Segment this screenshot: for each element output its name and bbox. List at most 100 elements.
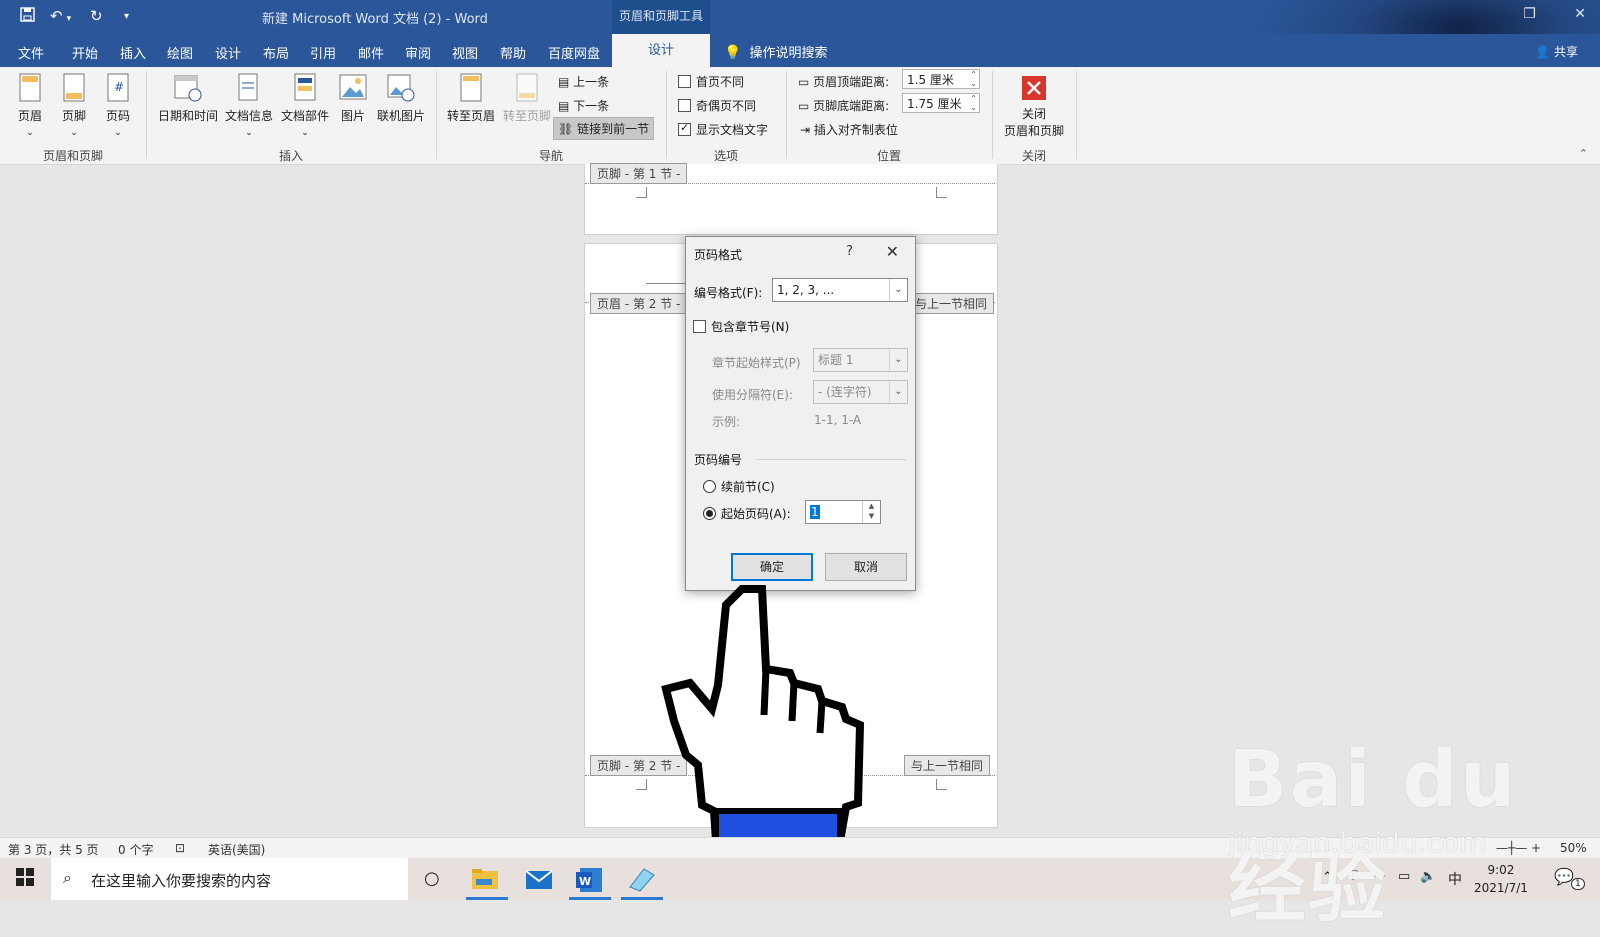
link-icon: ⛓ [558, 122, 574, 136]
checkbox-box [678, 75, 691, 88]
baidu-watermark-url: jingyan.baidu.com [1228, 826, 1487, 859]
goto-footer-button[interactable]: 转至页脚 [500, 73, 554, 124]
header-position-icon: ▭ [798, 75, 810, 89]
calendar-clock-icon [174, 75, 202, 102]
previous-button[interactable]: ▤ 上一条 [558, 73, 609, 90]
cancel-button[interactable]: 取消 [825, 553, 907, 581]
tab-design-doc[interactable]: 设计 [215, 43, 241, 62]
search-icon: ⌕ [63, 868, 72, 887]
proofing-icon[interactable]: ⊡ [175, 841, 185, 855]
checkbox-box-checked [678, 121, 691, 136]
restore-icon[interactable]: ❐ [1523, 6, 1536, 22]
tab-home[interactable]: 开始 [72, 43, 98, 62]
page-count[interactable]: 第 3 页，共 5 页 [8, 841, 99, 858]
goto-header-button[interactable]: 转至页眉 [444, 73, 498, 124]
tab-view[interactable]: 视图 [452, 43, 478, 62]
show-document-text-checkbox[interactable]: 显示文档文字 [678, 121, 768, 138]
close-header-footer-button[interactable]: 关闭 页眉和页脚 [998, 75, 1070, 139]
page-number-button[interactable]: # 页码 ⌄ [102, 73, 134, 138]
quick-parts-button[interactable]: 文档部件 ⌄ [278, 73, 332, 138]
save-icon[interactable] [20, 7, 35, 26]
file-explorer-icon[interactable] [470, 865, 500, 893]
tab-mailings[interactable]: 邮件 [358, 43, 384, 62]
close-window-icon[interactable]: ✕ [1574, 6, 1586, 22]
word-app-icon[interactable]: W [574, 865, 604, 893]
continue-from-previous-radio[interactable]: 续前节(C) [703, 478, 775, 495]
close-red-x-icon [1022, 76, 1046, 100]
window-controls: ❐ ✕ [1489, 6, 1586, 22]
margin-corner [936, 779, 947, 790]
date-time-button[interactable]: 日期和时间 [156, 73, 220, 124]
same-as-previous-header-label: 与上一节相同 [908, 293, 995, 314]
ribbon-separator [786, 71, 787, 159]
customize-qat-icon[interactable]: ▾ [124, 11, 129, 22]
pictures-button[interactable]: 图片 [336, 73, 370, 124]
tab-review[interactable]: 审阅 [405, 43, 431, 62]
start-at-radio[interactable]: 起始页码(A): [703, 505, 791, 522]
collapse-ribbon-icon[interactable]: ⌃ [1579, 147, 1588, 160]
tab-insert[interactable]: 插入 [120, 43, 146, 62]
taskbar-search-box[interactable]: ⌕ 在这里输入你要搜索的内容 [51, 858, 408, 900]
title-bar: ↶ ▾ ↻ ▾ 新建 Microsoft Word 文档 (2) - Word 页… [0, 0, 1600, 110]
radio-button-selected [703, 507, 716, 520]
spin-arrows-icon[interactable]: ⌃ ⌄ [970, 70, 977, 88]
share-button[interactable]: 👤 共享 [1535, 43, 1578, 60]
document-info-button[interactable]: 文档信息 ⌄ [222, 73, 276, 138]
lightbulb-icon: 💡 [724, 45, 742, 61]
mail-icon[interactable] [524, 865, 554, 893]
ok-button[interactable]: 确定 [731, 553, 813, 581]
separator-dropdown[interactable]: - (连字符) ⌄ [813, 380, 908, 404]
next-icon: ▤ [558, 99, 570, 113]
word-count[interactable]: 0 个字 [118, 841, 153, 858]
tab-help[interactable]: 帮助 [500, 43, 526, 62]
chevron-down-icon[interactable]: ⌄ [889, 349, 907, 371]
checkbox-box [678, 99, 691, 112]
margin-corner [646, 283, 686, 294]
tab-design-active[interactable]: 设计 [612, 34, 710, 67]
spin-arrows-icon[interactable]: ▲ ▼ [862, 501, 880, 523]
header-from-top-label: ▭ 页眉顶端距离: [798, 75, 890, 89]
task-view-icon[interactable]: ○ [424, 868, 440, 889]
chevron-down-icon[interactable]: ⌄ [889, 381, 907, 403]
number-format-dropdown[interactable]: 1, 2, 3, ... ⌄ [772, 278, 908, 302]
margin-corner [636, 779, 647, 790]
tab-baidu-netdisk[interactable]: 百度网盘 [548, 43, 600, 62]
margin-corner [936, 187, 947, 198]
start-at-input[interactable]: 1 ▲ ▼ [805, 500, 881, 524]
include-chapter-checkbox[interactable]: 包含章节号(N) [693, 318, 789, 335]
different-odd-even-checkbox[interactable]: 奇偶页不同 [678, 97, 756, 114]
group-divider [756, 459, 906, 460]
ribbon-separator [1076, 71, 1077, 159]
link-to-previous-button[interactable]: ⛓ 链接到前一节 [553, 117, 655, 140]
number-format-label: 编号格式(F): [694, 286, 763, 300]
undo-icon[interactable]: ↶ ▾ [50, 7, 71, 25]
tell-me-search[interactable]: 💡 操作说明搜索 [724, 42, 827, 61]
online-pictures-button[interactable]: 联机图片 [374, 73, 428, 124]
drawing-app-icon[interactable] [626, 865, 656, 893]
language-indicator[interactable]: 英语(美国) [208, 841, 265, 858]
next-button[interactable]: ▤ 下一条 [558, 97, 609, 114]
insert-alignment-tab-button[interactable]: ⇥ 插入对齐制表位 [800, 121, 898, 138]
radio-button [703, 480, 716, 493]
different-first-page-checkbox[interactable]: 首页不同 [678, 73, 744, 90]
header-button[interactable]: 页眉 ⌄ [14, 73, 46, 138]
tab-file[interactable]: 文件 [18, 43, 44, 62]
tab-references[interactable]: 引用 [310, 43, 336, 62]
tab-layout[interactable]: 布局 [263, 43, 289, 62]
page-numbering-group-label: 页码编号 [694, 453, 743, 467]
spin-arrows-icon[interactable]: ⌃ ⌄ [970, 94, 977, 112]
chapter-style-dropdown[interactable]: 标题 1 ⌄ [813, 348, 908, 372]
help-icon[interactable]: ? [846, 244, 853, 259]
separator-label: 使用分隔符(E): [712, 388, 793, 402]
ribbon: 页眉 ⌄ 页脚 ⌄ # 页码 ⌄ 页眉和页脚 日期和时间 文档信息 ⌄ 文档部件 ⌄ 图片… [0, 67, 1600, 165]
checkbox-box [693, 320, 706, 333]
close-icon[interactable]: ✕ [886, 242, 899, 261]
header-from-top-spinner[interactable]: 1.5 厘米 ⌃ ⌄ [902, 69, 980, 89]
tab-draw[interactable]: 绘图 [167, 43, 193, 62]
footer-button[interactable]: 页脚 ⌄ [58, 73, 90, 138]
windows-start-icon[interactable] [16, 868, 34, 889]
chevron-down-icon[interactable]: ⌄ [889, 279, 907, 301]
person-icon: 👤 [1535, 45, 1550, 59]
redo-icon[interactable]: ↻ [90, 7, 103, 25]
footer-from-bottom-spinner[interactable]: 1.75 厘米 ⌃ ⌄ [902, 93, 980, 113]
